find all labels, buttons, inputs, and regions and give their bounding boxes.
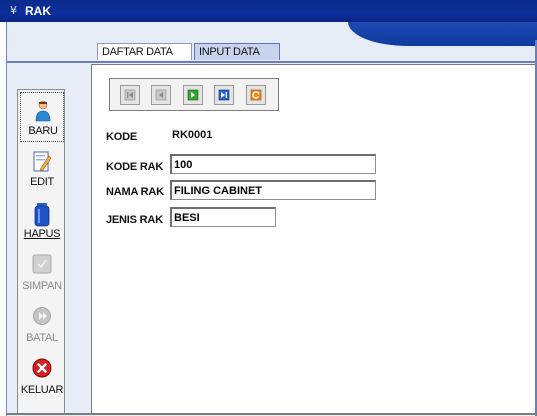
kode-rak-label: KODE RAK [106, 161, 164, 173]
simpan-button[interactable]: SIMPAN [20, 248, 64, 298]
jenis-rak-label: JENIS RAK [106, 214, 163, 226]
next-record-icon [187, 89, 199, 101]
last-record-button[interactable] [214, 85, 234, 105]
batal-label: BATAL [26, 332, 58, 344]
keluar-button[interactable]: KELUAR [20, 352, 64, 402]
first-record-button[interactable] [120, 85, 140, 105]
keluar-label: KELUAR [20, 384, 64, 396]
exit-icon [32, 358, 52, 378]
kode-value: RK0001 [172, 129, 213, 141]
tab-daftar-data-rak[interactable]: DAFTAR DATA RAK [97, 43, 192, 75]
jenis-rak-field[interactable] [170, 207, 276, 227]
cancel-icon [33, 307, 51, 325]
kode-rak-field[interactable] [170, 154, 376, 174]
user-add-icon [35, 100, 51, 122]
header-decoration [348, 22, 537, 46]
form-panel: KODE RK0001 KODE RAK NAMA RAK JENIS RAK [91, 64, 537, 414]
baru-button[interactable]: BARU [20, 92, 64, 142]
header-divider [7, 61, 537, 63]
window-title: RAK [25, 4, 51, 18]
title-bar: ¥ RAK [0, 0, 537, 22]
last-record-icon [218, 89, 230, 101]
hapus-button[interactable]: HAPUS [20, 196, 64, 246]
edit-icon [33, 151, 52, 172]
edit-button[interactable]: EDIT [20, 144, 64, 194]
hapus-label: HAPUS [23, 228, 61, 240]
nama-rak-field[interactable] [170, 180, 376, 200]
simpan-label: SIMPAN [22, 280, 62, 292]
record-navigator [109, 78, 279, 111]
tab-input-data-rak[interactable]: INPUT DATA RAK [194, 43, 280, 75]
refresh-button[interactable] [246, 85, 266, 105]
first-record-icon [124, 89, 136, 101]
kode-label: KODE [106, 131, 137, 143]
baru-label: BARU [28, 125, 58, 137]
action-toolbar: BARU EDIT HAPUS SIMPAN BATAL KELUAR [17, 89, 65, 414]
nama-rak-label: NAMA RAK [106, 186, 164, 198]
refresh-icon [250, 89, 262, 101]
save-check-icon [32, 254, 52, 274]
previous-record-button[interactable] [151, 85, 171, 105]
app-icon: ¥ [10, 4, 17, 17]
trash-icon [34, 203, 50, 227]
previous-record-icon [155, 89, 167, 101]
edit-label: EDIT [30, 176, 54, 188]
next-record-button[interactable] [183, 85, 203, 105]
batal-button[interactable]: BATAL [20, 300, 64, 350]
window-bottom-border [6, 413, 537, 415]
